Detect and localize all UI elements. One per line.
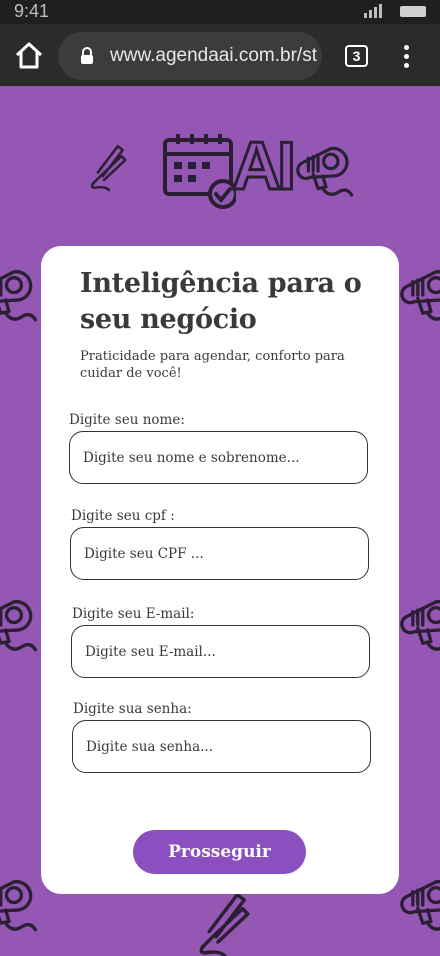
hair-dryer-icon [400, 600, 440, 652]
hair-dryer-icon [0, 600, 38, 652]
logo-text: AI [231, 128, 298, 204]
password-input[interactable] [73, 721, 370, 772]
page-subtitle: Praticidade para agendar, conforto para … [80, 349, 345, 381]
signup-card: Inteligência para o seu negócio Praticid… [41, 246, 399, 894]
flat-iron-icon [199, 893, 250, 956]
submit-button[interactable]: Prosseguir [133, 830, 306, 874]
email-input[interactable] [72, 626, 369, 677]
hair-dryer-icon [400, 880, 440, 932]
email-label: Digite seu E-mail: [72, 606, 195, 622]
address-bar[interactable]: www.agendaai.com.br/st [58, 32, 322, 80]
status-bar: 9:41 [0, 0, 440, 24]
hair-dryer-icon [0, 880, 38, 932]
browser-toolbar: www.agendaai.com.br/st 3 [0, 24, 440, 86]
flat-iron-icon [84, 120, 134, 210]
page-content: AI Inteligência para o seu negócio Prati… [0, 86, 440, 956]
cpf-input[interactable] [71, 528, 368, 579]
calendar-icon [163, 134, 236, 209]
cpf-field [70, 527, 369, 580]
lock-icon [81, 47, 93, 64]
overflow-menu-icon[interactable] [398, 43, 414, 69]
name-field [69, 431, 368, 484]
hair-dryer-icon [0, 270, 38, 322]
cpf-label: Digite seu cpf : [71, 508, 175, 524]
password-label: Digite sua senha: [73, 701, 192, 717]
name-label: Digite seu nome: [69, 412, 185, 428]
hair-dryer-icon [296, 146, 354, 197]
name-input[interactable] [70, 432, 367, 483]
email-field [71, 625, 370, 678]
status-time: 9:41 [14, 1, 50, 21]
home-icon[interactable] [14, 41, 44, 71]
battery-icon [400, 6, 426, 17]
url-text: www.agendaai.com.br/st [110, 45, 317, 66]
page-title: Inteligência para o seu negócio [80, 268, 362, 335]
hair-dryer-icon [400, 270, 440, 322]
password-field [72, 720, 371, 773]
signal-icon [364, 4, 382, 18]
tab-switcher-button[interactable]: 3 [345, 45, 368, 67]
